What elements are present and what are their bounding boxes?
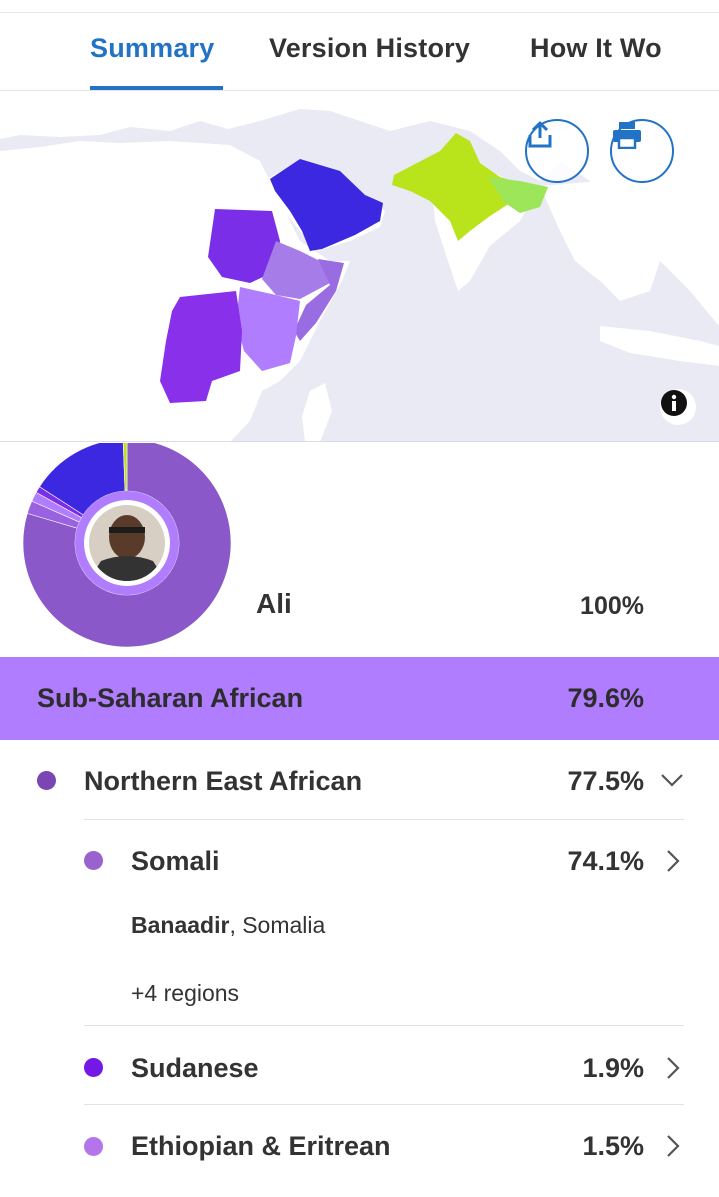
row-percent: 1.9% bbox=[582, 1053, 644, 1083]
row-label: Northern East African bbox=[84, 766, 363, 796]
chevron-down-icon[interactable] bbox=[660, 772, 684, 788]
tab-version-history[interactable]: Version History bbox=[269, 33, 470, 64]
tab-how-it-works[interactable]: How It Wo bbox=[530, 33, 662, 64]
map-land-madagascar bbox=[302, 383, 332, 441]
color-dot bbox=[84, 1058, 103, 1077]
color-dot bbox=[37, 771, 56, 790]
list-item-somali[interactable]: Somali 74.1% bbox=[0, 820, 719, 900]
row-label: Sudanese bbox=[131, 1053, 259, 1083]
print-icon bbox=[613, 122, 641, 149]
share-icon bbox=[528, 121, 552, 148]
chevron-right-icon[interactable] bbox=[666, 1134, 680, 1158]
info-icon bbox=[661, 390, 687, 416]
list-item-northern-east-african[interactable]: Northern East African 77.5% bbox=[0, 741, 719, 819]
list-item-sudanese[interactable]: Sudanese 1.9% bbox=[0, 1026, 719, 1104]
list-item-ethiopian-eritrean[interactable]: Ethiopian & Eritrean 1.5% bbox=[0, 1105, 719, 1185]
row-percent: 77.5% bbox=[567, 766, 644, 796]
region-name: Sub-Saharan African bbox=[37, 683, 304, 713]
ancestry-donut-chart[interactable] bbox=[16, 432, 239, 661]
more-regions-link[interactable]: +4 regions bbox=[131, 980, 239, 1007]
profile-percent: 100% bbox=[580, 592, 644, 620]
info-button[interactable] bbox=[660, 389, 696, 425]
color-dot bbox=[84, 851, 103, 870]
row-percent: 74.1% bbox=[567, 846, 644, 876]
row-percent: 1.5% bbox=[582, 1131, 644, 1161]
tab-summary[interactable]: Summary bbox=[90, 33, 214, 64]
chevron-right-icon[interactable] bbox=[666, 1056, 680, 1080]
tab-bar: Summary Version History How It Wo bbox=[0, 13, 719, 91]
row-label: Somali bbox=[131, 846, 220, 876]
somali-region-place: Banaadir, Somalia bbox=[131, 912, 325, 939]
row-label: Ethiopian & Eritrean bbox=[131, 1131, 391, 1161]
print-button[interactable] bbox=[610, 119, 674, 183]
map-land-islands bbox=[600, 326, 719, 366]
color-dot bbox=[84, 1137, 103, 1156]
donut-graphic bbox=[16, 432, 238, 654]
ancestry-map[interactable] bbox=[0, 91, 719, 442]
profile-name: Ali bbox=[256, 588, 292, 619]
chevron-right-icon[interactable] bbox=[666, 849, 680, 873]
region-header-sub-saharan[interactable]: Sub-Saharan African 79.6% bbox=[0, 657, 719, 740]
share-button[interactable] bbox=[525, 119, 589, 183]
region-percent: 79.6% bbox=[567, 683, 644, 713]
active-tab-indicator bbox=[90, 86, 223, 90]
place-rest: , Somalia bbox=[229, 912, 326, 938]
map-land-europe bbox=[0, 91, 300, 139]
place-bold: Banaadir bbox=[131, 912, 230, 938]
